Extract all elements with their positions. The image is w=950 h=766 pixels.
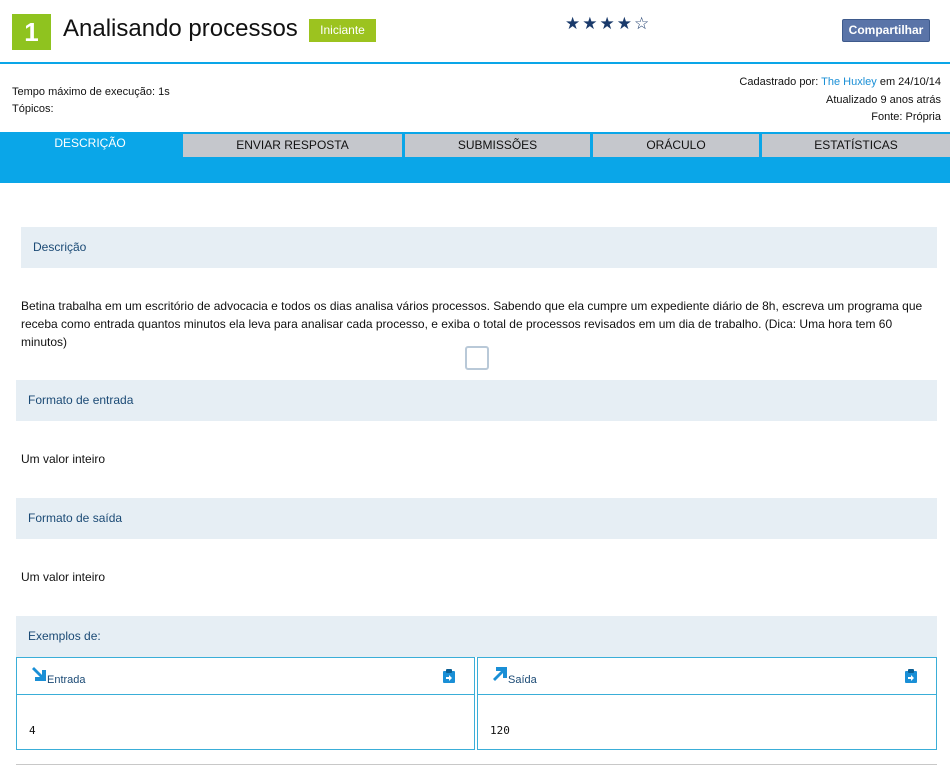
clipboard-icon[interactable]	[442, 668, 456, 684]
clipboard-icon[interactable]	[904, 668, 918, 684]
problem-meta-right: Cadastrado por: The Huxley em 24/10/14 A…	[739, 74, 941, 127]
output-format-text: Um valor inteiro	[21, 570, 106, 584]
mark-checkbox[interactable]	[465, 346, 489, 370]
tab-estatisticas[interactable]: ESTATÍSTICAS	[762, 134, 950, 157]
problem-meta-left: Tempo máximo de execução: 1s Tópicos:	[12, 84, 170, 118]
author-link[interactable]: The Huxley	[821, 76, 877, 88]
arrow-down-right-icon	[32, 667, 46, 681]
problem-header: 1 Analisando processos Iniciante ★★★★☆ C…	[0, 0, 950, 64]
description-heading: Descrição	[21, 227, 937, 268]
example-input-header: Entrada	[17, 658, 474, 695]
output-format-heading: Formato de saída	[16, 498, 937, 539]
examples-heading: Exemplos de:	[16, 616, 937, 657]
tab-bar: DESCRIÇÃO ENVIAR RESPOSTA SUBMISSÕES ORÁ…	[0, 132, 950, 183]
exec-time-label: Tempo máximo de execução: 1s	[12, 86, 170, 98]
input-format-text: Um valor inteiro	[21, 452, 106, 466]
tab-enviar-resposta[interactable]: ENVIAR RESPOSTA	[183, 134, 402, 157]
source-label: Fonte: Própria	[871, 111, 941, 123]
page-title: Analisando processos	[63, 15, 298, 42]
problem-number-badge: 1	[12, 14, 51, 50]
input-format-heading: Formato de entrada	[16, 380, 937, 421]
divider	[16, 764, 937, 765]
example-output-box: Saída 120	[477, 657, 937, 750]
share-button[interactable]: Compartilhar	[842, 19, 930, 42]
example-input-box: Entrada 4	[16, 657, 475, 750]
example-input-label: Entrada	[47, 674, 86, 686]
registered-prefix: Cadastrado por:	[739, 76, 822, 88]
registered-date: em 24/10/14	[876, 76, 941, 88]
tab-submissoes[interactable]: SUBMISSÕES	[405, 134, 590, 157]
example-output-value: 120	[490, 724, 510, 737]
updated-label: Atualizado 9 anos atrás	[826, 93, 941, 106]
tab-descricao[interactable]: DESCRIÇÃO	[0, 132, 180, 157]
example-input-value: 4	[29, 724, 36, 737]
example-output-label: Saída	[508, 674, 537, 686]
topics-label: Tópicos:	[12, 103, 54, 115]
difficulty-badge: Iniciante	[309, 19, 376, 42]
example-output-header: Saída	[478, 658, 936, 695]
registered-line: Cadastrado por: The Huxley em 24/10/14	[739, 74, 941, 92]
tab-oraculo[interactable]: ORÁCULO	[593, 134, 759, 157]
rating-stars[interactable]: ★★★★☆	[565, 14, 651, 34]
arrow-up-right-icon	[493, 667, 507, 681]
description-text: Betina trabalha em um escritório de advo…	[21, 299, 923, 349]
